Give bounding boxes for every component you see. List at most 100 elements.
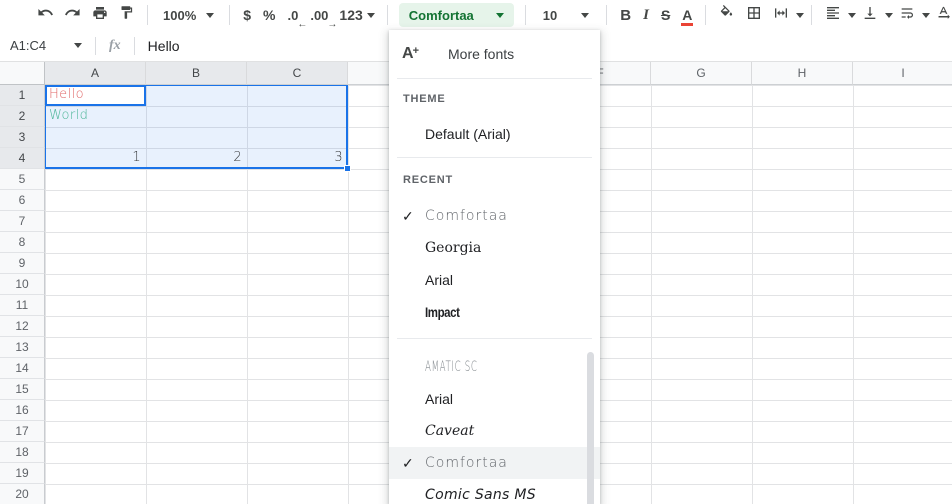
- menu-divider: [397, 157, 592, 158]
- cell-C4[interactable]: 3: [247, 148, 348, 169]
- format-currency-button[interactable]: $: [237, 3, 257, 27]
- toolbar-separator: [229, 5, 230, 25]
- row-header-10[interactable]: 10: [0, 274, 45, 295]
- checkmark-icon: ✓: [402, 455, 414, 472]
- row-header-20[interactable]: 20: [0, 484, 45, 504]
- italic-button[interactable]: I: [637, 3, 655, 27]
- arrow-right-icon: →: [327, 19, 337, 30]
- text-wrap-icon: [899, 5, 915, 26]
- font-size-value: 10: [543, 8, 557, 23]
- fill-handle[interactable]: [344, 165, 351, 172]
- zoom-select[interactable]: 100%: [155, 3, 222, 27]
- column-header-I[interactable]: I: [853, 62, 952, 85]
- fill-color-button[interactable]: [713, 3, 740, 27]
- toolbar-separator: [705, 5, 706, 25]
- row-header-12[interactable]: 12: [0, 316, 45, 337]
- font-menu-item-comic-sans-ms[interactable]: Comic Sans MS: [389, 479, 600, 504]
- row-header-6[interactable]: 6: [0, 190, 45, 211]
- font-menu-item-amatic-sc[interactable]: Amatic SC: [389, 351, 600, 383]
- row-header-11[interactable]: 11: [0, 295, 45, 316]
- font-size-select[interactable]: 10: [533, 3, 599, 27]
- row-header-9[interactable]: 9: [0, 253, 45, 274]
- font-menu-item-comfortaa[interactable]: ✓Comfortaa: [389, 447, 600, 479]
- row-header-2[interactable]: 2: [0, 106, 45, 127]
- row-header-4[interactable]: 4: [0, 148, 45, 169]
- formula-input[interactable]: Hello: [142, 38, 180, 54]
- bold-button[interactable]: B: [614, 3, 637, 27]
- cell-B4[interactable]: 2: [146, 148, 247, 169]
- font-menu-item-impact[interactable]: Impact: [389, 296, 600, 328]
- text-color-indicator: [681, 23, 693, 26]
- toolbar-separator: [387, 5, 388, 25]
- row-header-5[interactable]: 5: [0, 169, 45, 190]
- font-select[interactable]: Comfortaa: [399, 3, 514, 27]
- font-menu-item-caveat[interactable]: Caveat: [389, 415, 600, 447]
- column-header-B[interactable]: B: [146, 62, 247, 85]
- decrease-decimal-button[interactable]: .0 ←: [282, 3, 305, 27]
- name-box[interactable]: A1:C4: [0, 38, 88, 53]
- font-menu-item-default-arial[interactable]: Default (Arial): [389, 117, 600, 151]
- text-wrap-button[interactable]: [893, 3, 920, 27]
- all-fonts-list: Amatic SC ArialCaveat✓ComfortaaComic Sans…: [389, 351, 600, 504]
- name-box-value: A1:C4: [10, 38, 46, 53]
- redo-button[interactable]: [59, 3, 86, 27]
- row-header-8[interactable]: 8: [0, 232, 45, 253]
- undo-button[interactable]: [32, 3, 59, 27]
- row-header-7[interactable]: 7: [0, 211, 45, 232]
- paint-format-button[interactable]: [113, 3, 140, 27]
- increase-decimal-button[interactable]: .00 →: [304, 3, 334, 27]
- menu-scrollbar[interactable]: [587, 352, 594, 504]
- text-rotation-button[interactable]: [930, 3, 952, 27]
- row-header-13[interactable]: 13: [0, 337, 45, 358]
- cell-A2[interactable]: World: [45, 106, 146, 127]
- increase-decimal-label: .00: [310, 8, 328, 23]
- toolbar-separator: [525, 5, 526, 25]
- column-header-C[interactable]: C: [247, 62, 348, 85]
- row-header-17[interactable]: 17: [0, 421, 45, 442]
- cell-A1[interactable]: Hello: [45, 85, 146, 106]
- strikethrough-button[interactable]: S: [655, 3, 676, 27]
- row-header-16[interactable]: 16: [0, 400, 45, 421]
- row-header-3[interactable]: 3: [0, 127, 45, 148]
- number-format-label: 123: [339, 7, 362, 23]
- column-header-A[interactable]: A: [45, 62, 146, 85]
- text-color-button[interactable]: A: [676, 3, 698, 27]
- row-header-1[interactable]: 1: [0, 85, 45, 106]
- more-fonts-label: More fonts: [448, 46, 514, 62]
- font-menu-item-georgia[interactable]: Georgia: [389, 232, 600, 264]
- font-menu-item-arial[interactable]: Arial: [389, 383, 600, 415]
- chevron-down-icon: [885, 13, 893, 18]
- borders-button[interactable]: [740, 3, 767, 27]
- row-header-15[interactable]: 15: [0, 379, 45, 400]
- undo-icon: [37, 4, 54, 26]
- row-header-18[interactable]: 18: [0, 442, 45, 463]
- format-percent-button[interactable]: %: [257, 3, 281, 27]
- chevron-down-icon: [496, 13, 504, 18]
- zoom-value: 100%: [163, 8, 196, 23]
- row-header-14[interactable]: 14: [0, 358, 45, 379]
- text-rotation-icon: [935, 4, 952, 26]
- font-menu-item-comfortaa[interactable]: ✓Comfortaa: [389, 200, 600, 232]
- checkmark-icon: ✓: [402, 208, 414, 225]
- font-menu-item-label: Amatic SC: [425, 359, 478, 375]
- more-fonts-item[interactable]: A+ More fonts: [389, 30, 600, 78]
- recent-fonts-list: ✓ComfortaaGeorgiaArial Impact: [389, 200, 600, 328]
- formula-bar-separator: [134, 37, 135, 55]
- merge-cells-button[interactable]: [767, 3, 794, 27]
- font-menu-item-arial[interactable]: Arial: [389, 264, 600, 296]
- vertical-align-button[interactable]: [856, 3, 883, 27]
- horizontal-align-button[interactable]: [819, 3, 846, 27]
- font-menu-item-label: Impact: [425, 304, 460, 320]
- column-header-G[interactable]: G: [651, 62, 752, 85]
- merge-cells-icon: [773, 5, 789, 26]
- cell-A4[interactable]: 1: [45, 148, 146, 169]
- number-format-button[interactable]: 123: [334, 3, 379, 27]
- row-header-19[interactable]: 19: [0, 463, 45, 484]
- redo-icon: [64, 4, 81, 26]
- chevron-down-icon: [848, 13, 856, 18]
- borders-icon: [746, 5, 762, 26]
- select-all-corner[interactable]: [0, 62, 45, 85]
- vertical-align-icon: [862, 5, 878, 26]
- column-header-H[interactable]: H: [752, 62, 853, 85]
- print-button[interactable]: [86, 3, 113, 27]
